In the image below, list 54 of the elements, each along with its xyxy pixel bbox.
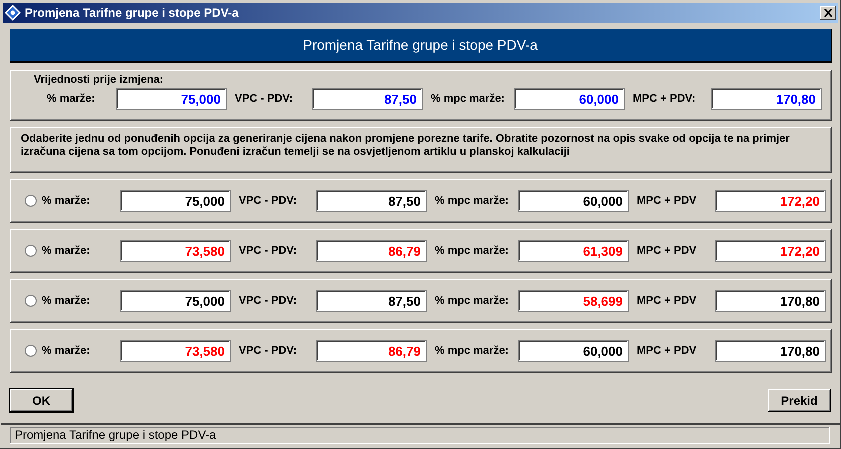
header-banner: Promjena Tarifne grupe i stope PDV-a bbox=[10, 29, 832, 63]
field-label: MPC + PDV bbox=[637, 295, 698, 307]
value-field[interactable]: 87,50 bbox=[316, 290, 427, 312]
field-label: VPC - PDV: bbox=[235, 93, 294, 105]
field-label: % marže: bbox=[41, 245, 92, 257]
field-label: % marže: bbox=[46, 93, 96, 105]
close-button[interactable] bbox=[820, 6, 836, 20]
value-field[interactable]: 86,79 bbox=[316, 240, 427, 262]
value-field[interactable]: 170,80 bbox=[715, 290, 826, 312]
group-title: Vrijednosti prije izmjena: bbox=[34, 74, 165, 88]
window-title: Promjena Tarifne grupe i stope PDV-a bbox=[25, 6, 240, 20]
value-field[interactable]: 170,80 bbox=[715, 340, 826, 362]
field-label: % marže: bbox=[41, 295, 92, 307]
field-label: % marže: bbox=[41, 345, 92, 357]
field-label: MPC + PDV: bbox=[633, 93, 697, 105]
description-text: Odaberite jednu od ponuđenih opcija za generiranje cijena nakon promjene porezne tarife. Obratite pozornost na opis svake od opcija te na primjer izračuna cijena sa tom opcijom. Ponuđeni izračun temelji se na osvjetljenom artiklu u planskoj kalkulaciji bbox=[10, 127, 832, 173]
value-field[interactable]: 73,580 bbox=[120, 340, 231, 362]
value-field[interactable]: 75,000 bbox=[120, 190, 231, 212]
field-label: % marže: bbox=[41, 195, 92, 207]
field-label: VPC - PDV: bbox=[239, 195, 298, 207]
radio-button[interactable] bbox=[25, 295, 37, 307]
value-field[interactable]: 60,000 bbox=[518, 190, 629, 212]
diamond-icon bbox=[5, 5, 21, 21]
field-label: % mpc marže: bbox=[435, 245, 510, 257]
value-field[interactable]: 87,50 bbox=[312, 88, 423, 110]
value-field[interactable]: 170,80 bbox=[711, 88, 822, 110]
value-field[interactable]: 87,50 bbox=[316, 190, 427, 212]
field-label: VPC - PDV: bbox=[239, 295, 298, 307]
value-field[interactable]: 58,699 bbox=[518, 290, 629, 312]
field-label: VPC - PDV: bbox=[239, 345, 298, 357]
value-field[interactable]: 172,20 bbox=[715, 240, 826, 262]
value-field[interactable]: 60,000 bbox=[514, 88, 625, 110]
field-label: MPC + PDV bbox=[637, 345, 698, 357]
radio-button[interactable] bbox=[25, 345, 37, 357]
ok-button[interactable]: OK bbox=[10, 389, 73, 412]
field-label: % mpc marže: bbox=[431, 93, 506, 105]
value-field[interactable]: 73,580 bbox=[120, 240, 231, 262]
radio-button[interactable] bbox=[25, 195, 37, 207]
value-field[interactable]: 86,79 bbox=[316, 340, 427, 362]
value-field[interactable]: 172,20 bbox=[715, 190, 826, 212]
field-label: % mpc marže: bbox=[435, 345, 510, 357]
value-field[interactable]: 61,309 bbox=[518, 240, 629, 262]
status-bar: Promjena Tarifne grupe i stope PDV-a bbox=[10, 427, 830, 444]
close-icon bbox=[824, 9, 832, 17]
value-field[interactable]: 60,000 bbox=[518, 340, 629, 362]
value-field[interactable]: 75,000 bbox=[116, 88, 227, 110]
field-label: MPC + PDV bbox=[637, 245, 698, 257]
value-field[interactable]: 75,000 bbox=[120, 290, 231, 312]
field-label: VPC - PDV: bbox=[239, 245, 298, 257]
field-label: MPC + PDV bbox=[637, 195, 698, 207]
field-label: % mpc marže: bbox=[435, 195, 510, 207]
radio-button[interactable] bbox=[25, 245, 37, 257]
cancel-button[interactable]: Prekid bbox=[768, 389, 831, 412]
field-label: % mpc marže: bbox=[435, 295, 510, 307]
